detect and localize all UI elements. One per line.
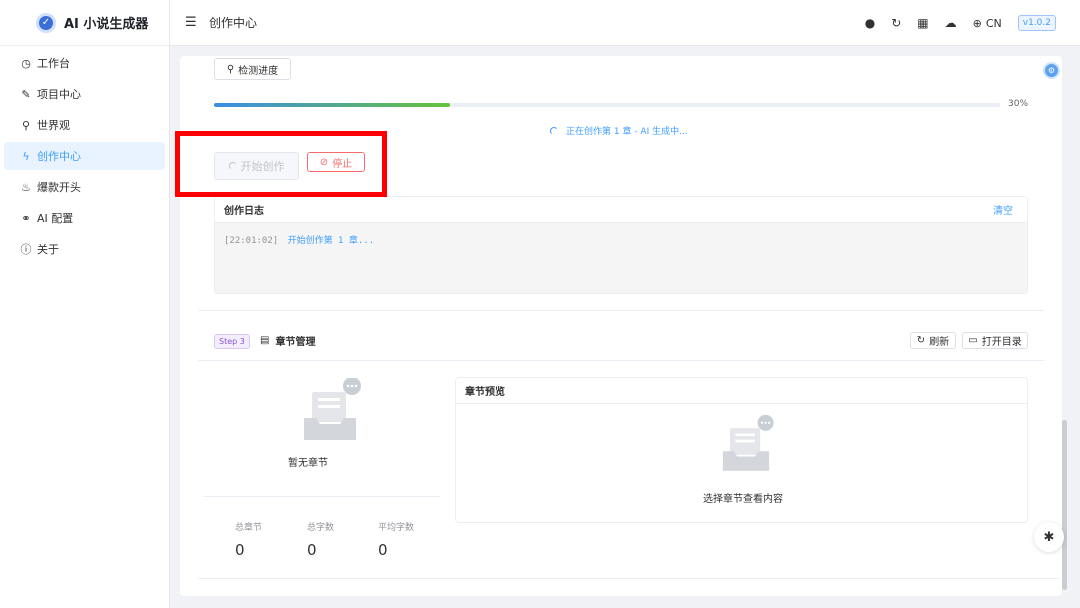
grid-icon[interactable]: ▦ bbox=[917, 16, 928, 30]
globe-icon: ⊕ bbox=[972, 16, 982, 30]
section-divider bbox=[198, 360, 1044, 361]
lightning-icon: ϟ bbox=[22, 149, 30, 163]
refresh-label: 刷新 bbox=[929, 337, 950, 348]
chapter-management-label: 章节管理 bbox=[275, 337, 316, 348]
progress-fill bbox=[214, 103, 450, 107]
stat-total-words-label: 总字数 bbox=[307, 523, 335, 533]
creation-log: 创作日志 清空 [22:01:02] 开始创作第 1 章... bbox=[214, 196, 1028, 294]
scrollbar[interactable] bbox=[1062, 420, 1067, 590]
header-toolbar: ● ↻ ▦ ☁ ⊕ CN v1.0.2 bbox=[865, 0, 1056, 46]
step-tag: Step 3 bbox=[214, 334, 250, 349]
menu-toggle-icon[interactable]: ☰ bbox=[185, 15, 199, 30]
app-logo: ✓ AI 小说生成器 bbox=[0, 0, 169, 46]
empty-preview-illustration bbox=[714, 412, 778, 481]
fire-icon: ♨ bbox=[21, 180, 31, 194]
chapter-preview-panel: 章节预览 选择章节查看内容 bbox=[455, 377, 1028, 523]
empty-inbox-icon bbox=[304, 377, 361, 440]
stat-total-words-value: 0 bbox=[307, 541, 317, 559]
sidebar-item-worldview[interactable]: ⚲ 世界观 bbox=[4, 111, 165, 139]
sidebar: ✓ AI 小说生成器 ◷ 工作台 ✎ 项目中心 ⚲ 世界观 ϟ 创作中心 ♨ 爆… bbox=[0, 0, 170, 608]
stat-total-chapters-value: 0 bbox=[235, 541, 245, 559]
sidebar-item-label: 世界观 bbox=[37, 119, 70, 132]
sidebar-item-label: AI 配置 bbox=[37, 212, 74, 225]
version-badge: v1.0.2 bbox=[1017, 15, 1056, 31]
app-logo-icon: ✓ bbox=[36, 12, 56, 33]
stat-average-words-value: 0 bbox=[378, 541, 388, 559]
sidebar-item-label: 创作中心 bbox=[37, 150, 81, 163]
section-divider bbox=[198, 310, 1044, 311]
sidebar-item-ai-config[interactable]: ⚭ AI 配置 bbox=[4, 204, 165, 232]
chapter-preview-empty-text: 选择章节查看内容 bbox=[703, 494, 783, 505]
check-progress-button[interactable]: ⚲ 检测进度 bbox=[214, 58, 291, 80]
language-label: CN bbox=[985, 16, 1002, 30]
search-icon: ⚲ bbox=[226, 63, 235, 75]
progress-percent: 30% bbox=[1008, 99, 1029, 109]
check-progress-label: 检测进度 bbox=[238, 65, 279, 77]
sidebar-nav: ◷ 工作台 ✎ 项目中心 ⚲ 世界观 ϟ 创作中心 ♨ 爆款开头 ⚭ AI 配置… bbox=[0, 46, 169, 263]
sidebar-item-dashboard[interactable]: ◷ 工作台 bbox=[4, 49, 165, 77]
info-icon: ⓘ bbox=[20, 243, 32, 256]
refresh-icon: ↻ bbox=[916, 335, 926, 346]
generation-status: 正在创作第 1 章 - AI 生成中... bbox=[550, 124, 688, 137]
app-title: AI 小说生成器 bbox=[64, 17, 149, 32]
generation-status-text: 正在创作第 1 章 - AI 生成中... bbox=[566, 127, 688, 137]
empty-chapters-text: 暂无章节 bbox=[288, 458, 328, 469]
log-title: 创作日志 bbox=[224, 206, 264, 217]
log-entry-time: [22:01:02] bbox=[224, 236, 279, 246]
progress-bar bbox=[214, 103, 1000, 107]
stats-divider bbox=[204, 496, 440, 497]
stat-average-words-label: 平均字数 bbox=[378, 523, 415, 533]
sidebar-item-label: 爆款开头 bbox=[37, 181, 81, 194]
sidebar-item-label: 工作台 bbox=[37, 57, 70, 70]
theme-bulb-icon[interactable]: ● bbox=[865, 16, 875, 30]
log-header: 创作日志 清空 bbox=[215, 197, 1027, 223]
chapter-management-title: ▤ 章节管理 bbox=[260, 333, 315, 348]
log-entry: [22:01:02] 开始创作第 1 章... bbox=[224, 233, 1018, 246]
world-icon: ⚲ bbox=[21, 118, 31, 132]
open-directory-button[interactable]: ▭ 打开目录 bbox=[962, 332, 1028, 349]
sidebar-item-label: 项目中心 bbox=[37, 88, 81, 101]
log-entry-message: 开始创作第 1 章... bbox=[287, 236, 375, 246]
refresh-icon[interactable]: ↻ bbox=[891, 16, 901, 30]
sidebar-item-projects[interactable]: ✎ 项目中心 bbox=[4, 80, 165, 108]
language-switch[interactable]: ⊕ CN bbox=[973, 17, 1002, 30]
section-divider bbox=[198, 578, 1060, 579]
sidebar-item-about[interactable]: ⓘ 关于 bbox=[4, 235, 165, 263]
log-body: [22:01:02] 开始创作第 1 章... bbox=[215, 223, 1027, 293]
sidebar-item-label: 关于 bbox=[37, 243, 59, 256]
sidebar-item-creation[interactable]: ϟ 创作中心 bbox=[4, 142, 165, 170]
cloud-upload-icon[interactable]: ☁ bbox=[945, 16, 957, 30]
empty-chapters-illustration bbox=[290, 377, 370, 447]
chapter-preview-title: 章节预览 bbox=[456, 378, 1027, 404]
sidebar-item-openings[interactable]: ♨ 爆款开头 bbox=[4, 173, 165, 201]
empty-inbox-icon bbox=[722, 414, 774, 471]
settings-float-icon[interactable]: ⚙ bbox=[1043, 62, 1060, 79]
link-icon: ⚭ bbox=[21, 211, 31, 225]
dashboard-icon: ◷ bbox=[21, 56, 31, 70]
document-icon: ▤ bbox=[260, 335, 270, 346]
refresh-chapters-button[interactable]: ↻ 刷新 bbox=[910, 332, 956, 349]
debug-bug-icon[interactable]: ✱ bbox=[1034, 522, 1064, 552]
folder-open-icon: ▭ bbox=[968, 335, 978, 346]
highlight-box bbox=[175, 131, 387, 197]
open-directory-label: 打开目录 bbox=[981, 337, 1022, 348]
clear-log-button[interactable]: 清空 bbox=[993, 202, 1013, 217]
stat-total-chapters-label: 总章节 bbox=[235, 523, 263, 533]
edit-icon: ✎ bbox=[21, 87, 31, 101]
page-title: 创作中心 bbox=[209, 16, 258, 30]
top-header: ☰ 创作中心 ● ↻ ▦ ☁ ⊕ CN v1.0.2 bbox=[170, 0, 1080, 46]
loading-spinner-icon bbox=[550, 126, 558, 135]
